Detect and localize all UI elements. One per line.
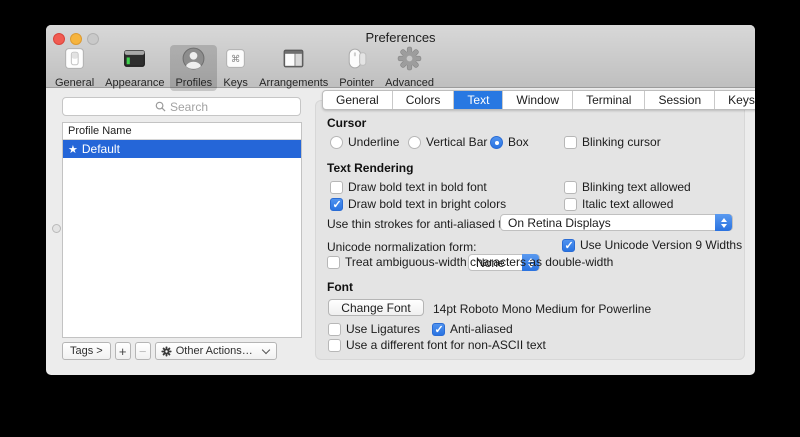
italic-text-checkbox[interactable]: Italic text allowed [564,197,673,211]
blinking-text-checkbox[interactable]: Blinking text allowed [564,180,691,194]
add-profile-button[interactable]: + [115,342,131,360]
unicode-widths-checkbox[interactable]: Use Unicode Version 9 Widths [562,238,742,252]
other-actions-button[interactable]: Other Actions… [155,342,277,360]
thin-strokes-dropdown[interactable]: On Retina Displays [500,214,733,231]
cursor-radio-vertical-bar[interactable]: Vertical Bar [408,135,487,149]
gear-icon [161,346,172,357]
checkbox-icon [328,339,341,352]
antialiased-checkbox[interactable]: Anti-aliased [432,322,513,336]
chevron-down-icon [262,345,270,353]
stepper-icon [715,214,732,231]
profile-list-header: Profile Name [63,123,301,140]
toolbar-item-profiles[interactable]: Profiles [170,45,217,91]
profile-search-field[interactable]: Search [62,97,301,116]
window-chrome: Preferences General Appearance Profiles [46,25,755,88]
checkbox-icon [328,323,341,336]
profile-list: Profile Name ★ Default [62,122,302,338]
profile-tabs: General Colors Text Window Terminal Sess… [322,90,755,110]
profile-name: Default [82,142,120,156]
blinking-cursor-checkbox[interactable]: Blinking cursor [564,135,661,149]
checkbox-icon [330,198,343,211]
tab-keys[interactable]: Keys [715,91,755,109]
toolbar-item-advanced[interactable]: Advanced [380,45,439,91]
radio-icon [330,136,343,149]
checkbox-icon [564,136,577,149]
change-font-button[interactable]: Change Font [328,299,424,316]
appearance-icon [122,46,147,76]
radio-icon [408,136,421,149]
tab-text[interactable]: Text [454,91,503,109]
toolbar-item-label: Keys [223,77,247,89]
cursor-radio-underline[interactable]: Underline [330,135,399,149]
switch-icon [62,46,87,76]
checkbox-icon [432,323,445,336]
mouse-icon [344,46,369,76]
text-rendering-heading: Text Rendering [327,161,413,175]
cursor-radio-box[interactable]: Box [490,135,529,149]
toolbar-item-label: Pointer [339,77,374,89]
default-star-icon: ★ [68,144,78,156]
svg-text:⌘: ⌘ [231,54,240,64]
window-title: Preferences [46,30,755,45]
person-icon [181,46,206,76]
toolbar-item-label: General [55,77,94,89]
toolbar-item-general[interactable]: General [50,45,99,91]
tab-window[interactable]: Window [503,91,573,109]
toolbar-item-arrangements[interactable]: Arrangements [254,45,333,91]
radio-icon [490,136,503,149]
search-icon [155,101,166,112]
tab-general[interactable]: General [323,91,393,109]
other-actions-label: Other Actions… [176,345,253,357]
checkbox-icon [564,198,577,211]
thin-strokes-label: Use thin strokes for anti-aliased text [327,217,518,231]
checkbox-icon [562,239,575,252]
toolbar-item-label: Advanced [385,77,434,89]
keycap-icon: ⌘ [223,46,248,76]
toolbar-item-pointer[interactable]: Pointer [334,45,379,91]
profile-actions-bar: Tags > + − Other Actions… [62,342,281,360]
checkbox-icon [327,256,340,269]
ligatures-checkbox[interactable]: Use Ligatures [328,322,420,336]
tags-button[interactable]: Tags > [62,342,111,360]
search-placeholder: Search [170,100,208,114]
ambiguous-width-checkbox[interactable]: Treat ambiguous-width characters as doub… [327,255,613,269]
toolbar-item-label: Arrangements [259,77,328,89]
remove-profile-button[interactable]: − [135,342,151,360]
bold-font-checkbox[interactable]: Draw bold text in bold font [330,180,487,194]
cursor-heading: Cursor [327,116,366,130]
toolbar-item-label: Profiles [175,77,212,89]
toolbar-item-label: Appearance [105,77,164,89]
current-font-label: 14pt Roboto Mono Medium for Powerline [433,302,651,316]
font-heading: Font [327,280,353,294]
preferences-window: Preferences General Appearance Profiles [46,25,755,375]
non-ascii-font-checkbox[interactable]: Use a different font for non-ASCII text [328,338,546,352]
tab-colors[interactable]: Colors [393,91,455,109]
toolbar-item-appearance[interactable]: Appearance [100,45,169,91]
toolbar-item-keys[interactable]: ⌘ Keys [218,45,253,91]
profile-row-default[interactable]: ★ Default [63,140,301,158]
tab-terminal[interactable]: Terminal [573,91,645,109]
tab-session[interactable]: Session [645,91,715,109]
unicode-form-label: Unicode normalization form: [327,240,476,254]
gear-icon [397,46,422,76]
preferences-toolbar: General Appearance Profiles ⌘ Keys [50,45,440,88]
splitter-knob[interactable] [52,224,61,233]
checkbox-icon [330,181,343,194]
panes-icon [281,46,306,76]
bright-colors-checkbox[interactable]: Draw bold text in bright colors [330,197,506,211]
checkbox-icon [564,181,577,194]
